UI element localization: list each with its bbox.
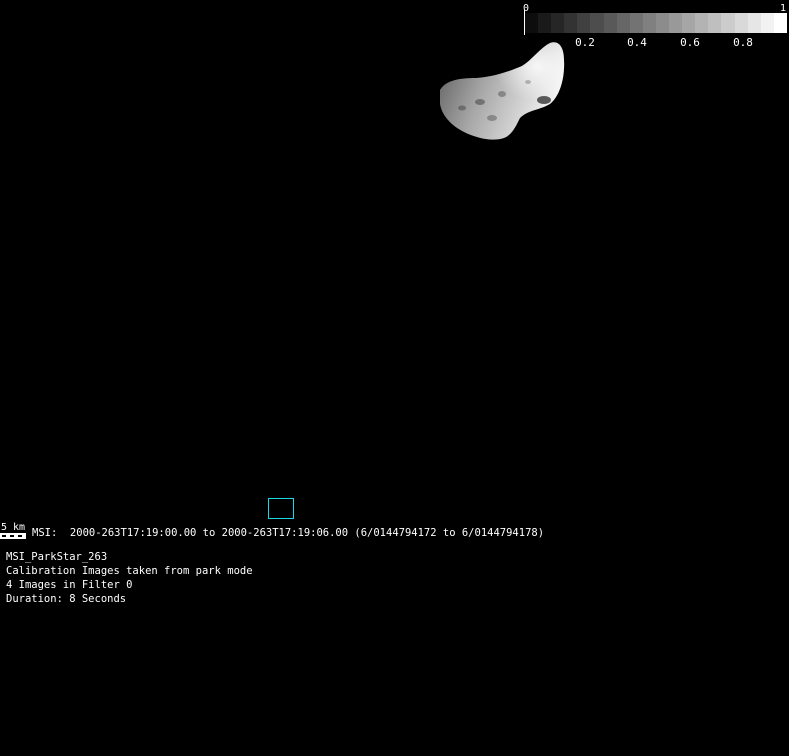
image-info-block: MSI_ParkStar_263 Calibration Images take… xyxy=(6,550,253,606)
colorbar-step xyxy=(669,13,683,33)
colorbar-step xyxy=(564,13,578,33)
colorbar-step xyxy=(695,13,709,33)
colorbar-step xyxy=(538,13,552,33)
image-count-filter: 4 Images in Filter 0 xyxy=(6,579,133,591)
colorbar-step xyxy=(721,13,735,33)
colorbar-step xyxy=(708,13,722,33)
colorbar-tick-label: 0.6 xyxy=(680,36,700,49)
colorbar-step xyxy=(629,13,643,33)
colorbar-step xyxy=(655,13,670,33)
instrument-time-caption: MSI: 2000-263T17:19:00.00 to 2000-263T17… xyxy=(32,527,545,539)
colorbar-step xyxy=(773,13,787,33)
colorbar-step xyxy=(682,13,696,33)
duration-text: Duration: 8 Seconds xyxy=(6,593,127,605)
colorbar-step xyxy=(616,13,630,33)
scale-bar-graphic xyxy=(0,533,26,539)
colorbar-tick-label: 0.2 xyxy=(575,36,595,49)
asteroid-image xyxy=(440,42,565,140)
colorbar-step xyxy=(590,13,604,33)
sequence-name: MSI_ParkStar_263 xyxy=(6,551,108,563)
colorbar-step xyxy=(551,13,565,33)
scale-bar: 5 km xyxy=(0,522,28,542)
colorbar-tick-label: 0.4 xyxy=(627,36,647,49)
colorbar-step xyxy=(525,13,539,33)
colorbar-step xyxy=(760,13,774,33)
sequence-description: Calibration Images taken from park mode xyxy=(6,565,253,577)
colorbar-step xyxy=(642,13,656,33)
scale-bar-label: 5 km xyxy=(1,522,26,533)
colorbar-tick-label: 0.8 xyxy=(733,36,753,49)
colorbar-gradient-strip xyxy=(525,13,787,33)
colorbar-step xyxy=(734,13,748,33)
colorbar-step xyxy=(577,13,591,33)
image-footprint-outline xyxy=(268,498,294,519)
colorbar-step xyxy=(603,13,617,33)
colorbar-step xyxy=(747,13,761,33)
